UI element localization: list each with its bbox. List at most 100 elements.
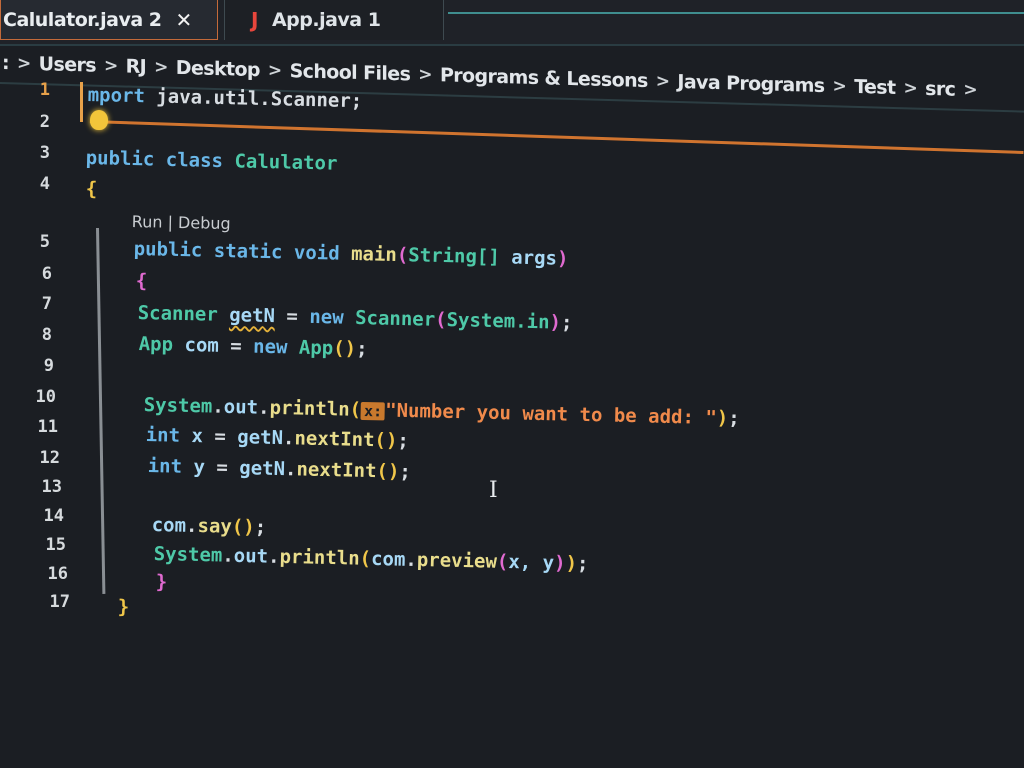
code-token: . xyxy=(267,545,280,568)
line-number[interactable]: 6 xyxy=(2,264,52,284)
code-line-12[interactable]: int y = getN.nextInt(); xyxy=(148,455,412,483)
tab-label: Calulator.java 2 xyxy=(3,8,162,31)
code-token: . xyxy=(257,396,270,419)
code-token: Scanner xyxy=(354,306,436,331)
breadcrumb-item-src[interactable]: src xyxy=(923,78,957,101)
code-token: mport xyxy=(87,84,146,108)
vscode-editor-window: Calulator.java 2 ✕ J App.java 1 : > User… xyxy=(0,0,1024,768)
code-token: ; xyxy=(728,407,740,430)
line-number[interactable]: 14 xyxy=(14,506,64,526)
code-token: App xyxy=(298,336,334,360)
code-token: ( xyxy=(396,243,409,267)
code-token: ; xyxy=(254,516,267,539)
code-line-4[interactable]: { xyxy=(86,178,98,200)
tab-app-java[interactable]: J App.java 1 xyxy=(224,0,444,40)
code-token: ) xyxy=(556,247,569,270)
breadcrumb-item-test[interactable]: Test xyxy=(852,76,897,99)
code-token: println xyxy=(269,396,350,421)
code-token: . xyxy=(282,427,295,450)
code-line-16[interactable]: } xyxy=(156,571,168,593)
codelens: Run | Debug xyxy=(132,212,231,233)
codelens-divider: | xyxy=(162,212,179,232)
code-token: = xyxy=(274,305,310,328)
run-codelens-link[interactable]: Run xyxy=(132,212,163,232)
code-token: nextInt xyxy=(296,458,377,483)
code-token: java.util.Scanner xyxy=(144,85,352,112)
code-line-5[interactable]: public static void main(String[] args) xyxy=(134,238,569,270)
code-token: out xyxy=(223,395,259,419)
code-token: String[] xyxy=(408,244,501,269)
code-line-11[interactable]: int x = getN.nextInt(); xyxy=(146,424,410,452)
code-line-8[interactable]: App com = new App(); xyxy=(139,333,368,360)
code-token: = xyxy=(218,334,254,358)
code-token: static xyxy=(213,239,283,264)
code-line-3[interactable]: public class Calulator xyxy=(86,147,338,175)
breadcrumb-item-school-files[interactable]: School Files xyxy=(288,60,413,85)
code-token: x xyxy=(191,425,204,448)
chevron-right-icon: > xyxy=(655,71,670,92)
close-icon[interactable]: ✕ xyxy=(176,8,193,32)
code-token: { xyxy=(135,270,148,293)
code-token: System xyxy=(143,394,213,418)
code-token: "Number you want to be add: " xyxy=(384,399,718,429)
breadcrumb-item-users[interactable]: Users xyxy=(37,53,98,77)
chevron-right-icon: > xyxy=(103,55,118,77)
code-token: out xyxy=(233,544,269,568)
breadcrumb-item-java-programs[interactable]: Java Programs xyxy=(675,71,826,97)
code-token: void xyxy=(293,241,340,265)
code-line-17[interactable]: } xyxy=(118,596,130,618)
code-token: Scanner xyxy=(137,302,219,326)
line-number[interactable]: 8 xyxy=(2,325,52,345)
chevron-right-icon: > xyxy=(267,60,282,81)
code-token: say xyxy=(197,515,233,538)
line-number[interactable]: 9 xyxy=(4,356,54,376)
code-token: System.in xyxy=(446,309,550,334)
code-token: class xyxy=(165,148,224,173)
line-number[interactable]: 1 xyxy=(0,80,50,100)
code-token: () xyxy=(376,460,400,483)
code-token: int xyxy=(145,424,181,447)
line-number[interactable]: 11 xyxy=(8,417,58,437)
line-number[interactable]: 3 xyxy=(0,143,50,163)
code-token: preview xyxy=(416,548,498,573)
breadcrumb-item-rj[interactable]: RJ xyxy=(124,55,149,79)
code-token: () xyxy=(332,337,357,360)
code-token: ; xyxy=(355,337,368,361)
line-number[interactable]: 10 xyxy=(6,387,56,407)
debug-codelens-link[interactable]: Debug xyxy=(178,213,231,233)
code-line-6[interactable]: { xyxy=(136,270,148,292)
breadcrumb-item[interactable]: : xyxy=(0,52,11,74)
line-number[interactable]: 4 xyxy=(0,174,50,194)
tab-calulator-java[interactable]: Calulator.java 2 ✕ xyxy=(0,0,218,40)
code-token: int xyxy=(147,455,183,478)
code-token: ; xyxy=(350,89,363,113)
code-token: ) xyxy=(549,311,562,334)
line-number[interactable]: 13 xyxy=(12,477,62,497)
code-line-15[interactable]: System.out.println(com.preview(x, y)); xyxy=(154,543,589,575)
lightbulb-icon[interactable] xyxy=(90,110,108,130)
current-line-marker xyxy=(80,82,83,122)
code-token: com xyxy=(184,334,220,357)
line-number[interactable]: 2 xyxy=(0,112,50,132)
warning-squiggle-variable[interactable]: getN xyxy=(229,304,275,327)
code-line-10[interactable]: System.out.println(x: "Number you want to… xyxy=(144,394,740,430)
code-token: getN xyxy=(239,457,286,481)
line-number[interactable]: 16 xyxy=(18,564,68,584)
code-token: com xyxy=(370,547,406,571)
line-number[interactable]: 7 xyxy=(2,294,52,314)
breadcrumb-item-desktop[interactable]: Desktop xyxy=(174,57,262,81)
chevron-right-icon: > xyxy=(903,78,918,99)
line-number[interactable]: 5 xyxy=(0,232,50,252)
code-token: } xyxy=(155,571,168,594)
line-number[interactable]: 12 xyxy=(10,448,60,468)
line-number[interactable]: 15 xyxy=(16,535,66,555)
breadcrumb-item-programs-lessons[interactable]: Programs & Lessons xyxy=(438,64,650,92)
chevron-right-icon: > xyxy=(963,79,977,101)
line-number[interactable]: 17 xyxy=(20,592,70,612)
code-line-7[interactable]: Scanner getN = new Scanner(System.in); xyxy=(138,302,573,334)
code-line-14[interactable]: com.say(); xyxy=(152,514,267,539)
code-token: { xyxy=(85,178,98,201)
code-token: Calulator xyxy=(234,150,338,175)
code-token: ; xyxy=(576,552,589,575)
code-token: . xyxy=(222,544,235,567)
